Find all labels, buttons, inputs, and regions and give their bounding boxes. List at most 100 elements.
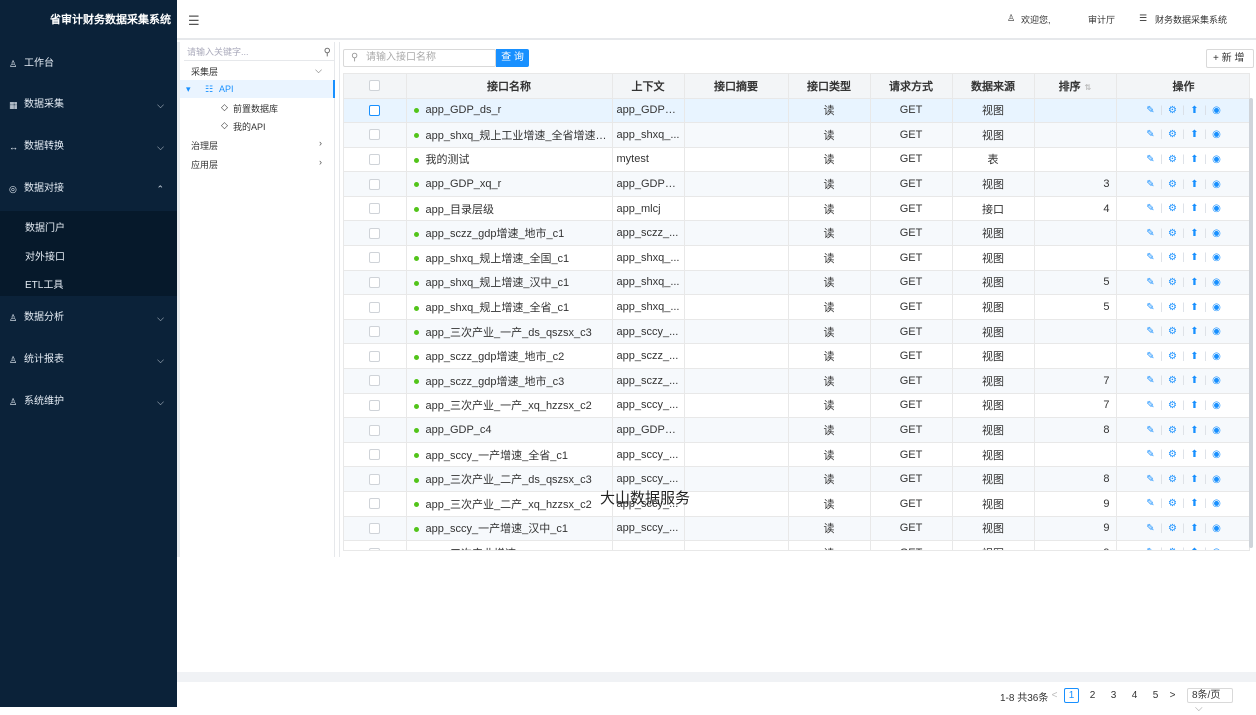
edit-icon[interactable]: ✎ <box>1143 400 1159 411</box>
view-icon[interactable]: ◉ <box>1209 375 1225 386</box>
edit-icon[interactable]: ✎ <box>1143 154 1159 165</box>
view-icon[interactable]: ◉ <box>1209 129 1225 140</box>
edit-icon[interactable]: ✎ <box>1143 375 1159 386</box>
table-row[interactable]: app_shxq_规上增速_全省_c1 app_shxq_... 读 GET 视图 5 ✎ |… <box>344 294 1249 320</box>
tree-node-app[interactable]: 应用层 <box>191 158 218 171</box>
pagination-prev[interactable]: < <box>1047 688 1062 703</box>
edit-icon[interactable]: ✎ <box>1143 277 1159 288</box>
view-icon[interactable]: ◉ <box>1209 203 1225 214</box>
sidebar-item-system[interactable]: ♙ 系统维护 ⌵ <box>0 392 177 412</box>
table-row[interactable]: app_shxq_规上增速_汉中_c1 app_shxq_... 读 GET 视图 5 ✎ |… <box>344 270 1249 296</box>
settings-icon[interactable]: ⚙ <box>1165 228 1181 239</box>
settings-icon[interactable]: ⚙ <box>1165 154 1181 165</box>
sidebar-item-data-analysis[interactable]: ♙ 数据分析 ⌵ <box>0 308 177 328</box>
publish-icon[interactable]: ⬆ <box>1187 375 1203 386</box>
settings-icon[interactable]: ⚙ <box>1165 326 1181 337</box>
edit-icon[interactable]: ✎ <box>1143 449 1159 460</box>
publish-icon[interactable]: ⬆ <box>1187 105 1203 116</box>
settings-icon[interactable]: ⚙ <box>1165 351 1181 362</box>
sidebar-item-data-transform[interactable]: ↔ 数据转换 ⌵ <box>0 137 177 157</box>
row-checkbox[interactable] <box>344 343 407 370</box>
edit-icon[interactable]: ✎ <box>1143 498 1159 509</box>
view-icon[interactable]: ◉ <box>1209 400 1225 411</box>
edit-icon[interactable]: ✎ <box>1143 228 1159 239</box>
edit-icon[interactable]: ✎ <box>1143 547 1159 550</box>
settings-icon[interactable]: ⚙ <box>1165 474 1181 485</box>
view-icon[interactable]: ◉ <box>1209 474 1225 485</box>
table-row[interactable]: app_sccy_一产增速_汉中_c1 app_sccy_... 读 GET 视图 9 ✎ |… <box>344 516 1249 542</box>
edit-icon[interactable]: ✎ <box>1143 252 1159 263</box>
publish-icon[interactable]: ⬆ <box>1187 498 1203 509</box>
sidebar-item-stat-report[interactable]: ♙ 统计报表 ⌵ <box>0 350 177 370</box>
chevron-down-icon[interactable]: ⌵ <box>315 65 322 76</box>
col-header-order[interactable]: 排序 ⇅ <box>1034 74 1117 99</box>
system-name[interactable]: 财务数据采集系统 <box>1155 13 1227 26</box>
settings-icon[interactable]: ⚙ <box>1165 523 1181 534</box>
chevron-right-icon[interactable]: › <box>319 138 322 148</box>
publish-icon[interactable]: ⬆ <box>1187 474 1203 485</box>
publish-icon[interactable]: ⬆ <box>1187 547 1203 550</box>
user-name[interactable]: 审计厅 <box>1088 13 1115 26</box>
row-checkbox[interactable] <box>344 220 407 247</box>
settings-icon[interactable]: ⚙ <box>1165 105 1181 116</box>
view-icon[interactable]: ◉ <box>1209 302 1225 313</box>
table-row[interactable]: app_三次产业增速_... 读GET视图9✎|⚙|⬆|◉ <box>344 540 1249 550</box>
settings-icon[interactable]: ⚙ <box>1165 498 1181 509</box>
api-name-search-input[interactable]: ⚲ 请输入接口名称 <box>343 49 496 67</box>
row-checkbox[interactable] <box>344 368 407 394</box>
publish-icon[interactable]: ⬆ <box>1187 277 1203 288</box>
row-checkbox[interactable] <box>344 122 407 148</box>
edit-icon[interactable]: ✎ <box>1143 351 1159 362</box>
pagination-page-4[interactable]: 4 <box>1127 688 1142 703</box>
settings-icon[interactable]: ⚙ <box>1165 375 1181 386</box>
edit-icon[interactable]: ✎ <box>1143 105 1159 116</box>
row-checkbox[interactable] <box>344 294 407 320</box>
sidebar-subitem-external-api[interactable]: 对外接口 <box>25 248 65 263</box>
page-size-select[interactable]: 8条/页 ⌵ <box>1187 688 1233 714</box>
publish-icon[interactable]: ⬆ <box>1187 129 1203 140</box>
settings-icon[interactable]: ⚙ <box>1165 400 1181 411</box>
row-checkbox[interactable] <box>344 466 407 492</box>
chevron-right-icon[interactable]: › <box>319 157 322 167</box>
view-icon[interactable]: ◉ <box>1209 252 1225 263</box>
row-checkbox[interactable] <box>344 147 407 173</box>
publish-icon[interactable]: ⬆ <box>1187 351 1203 362</box>
row-checkbox[interactable] <box>344 393 407 419</box>
row-checkbox[interactable] <box>344 319 407 345</box>
settings-icon[interactable]: ⚙ <box>1165 425 1181 436</box>
publish-icon[interactable]: ⬆ <box>1187 326 1203 337</box>
settings-icon[interactable]: ⚙ <box>1165 179 1181 190</box>
table-row[interactable]: app_GDP_xq_r app_GDP_... 读 GET 视图 3 ✎ | ⚙ | ⬆ | ◉ <box>344 171 1249 197</box>
table-row[interactable]: app_三次产业_一产_xq_hzzsx_c2 app_sccy_... 读 GET 视… <box>344 393 1249 419</box>
pagination-next[interactable]: > <box>1165 688 1180 703</box>
publish-icon[interactable]: ⬆ <box>1187 228 1203 239</box>
view-icon[interactable]: ◉ <box>1209 179 1225 190</box>
table-row[interactable]: app_GDP_c4 app_GDP_c4 读 GET 视图 8 ✎ | ⚙ | ⬆ | ◉ <box>344 417 1249 443</box>
settings-icon[interactable]: ⚙ <box>1165 547 1181 550</box>
select-all-checkbox[interactable] <box>344 74 407 99</box>
publish-icon[interactable]: ⬆ <box>1187 523 1203 534</box>
sidebar-item-workbench[interactable]: ♙ 工作台 <box>0 54 177 74</box>
edit-icon[interactable]: ✎ <box>1143 179 1159 190</box>
pagination-page-3[interactable]: 3 <box>1106 688 1121 703</box>
table-row[interactable]: app_目录层级 app_mlcj 读 GET 接口 4 ✎ | ⚙ | ⬆ | ◉ <box>344 196 1249 222</box>
publish-icon[interactable]: ⬆ <box>1187 400 1203 411</box>
query-button[interactable]: 查 询 <box>496 49 529 67</box>
tree-node-collect[interactable]: 采集层 <box>191 65 218 78</box>
table-row[interactable]: app_sczz_gdp增速_地市_c2 app_sczz_... 读 GET 视图 ✎ |… <box>344 343 1249 370</box>
row-checkbox[interactable] <box>344 540 407 550</box>
view-icon[interactable]: ◉ <box>1209 154 1225 165</box>
sidebar-item-data-collect[interactable]: ▦ 数据采集 ⌵ <box>0 95 177 115</box>
row-checkbox[interactable] <box>344 196 407 222</box>
edit-icon[interactable]: ✎ <box>1143 474 1159 485</box>
settings-icon[interactable]: ⚙ <box>1165 252 1181 263</box>
table-row[interactable]: app_三次产业_一产_ds_qszsx_c3 app_sccy_... 读 GET 视… <box>344 319 1249 345</box>
table-row[interactable]: app_GDP_ds_r app_GDP_... 读 GET 视图 ✎ | ⚙ | ⬆ | ◉ <box>344 98 1249 124</box>
table-row[interactable]: 我的测试 mytest 读 GET 表 ✎ | ⚙ | ⬆ | ◉ <box>344 147 1249 173</box>
sort-icon[interactable]: ⇅ <box>1085 83 1092 92</box>
row-checkbox[interactable] <box>344 442 407 468</box>
settings-icon[interactable]: ⚙ <box>1165 129 1181 140</box>
tree-node-my-api[interactable]: 我的API <box>233 120 266 133</box>
table-row[interactable]: app_sccy_一产增速_全省_c1 app_sccy_... 读 GET 视图 ✎ | ⚙… <box>344 442 1249 468</box>
publish-icon[interactable]: ⬆ <box>1187 425 1203 436</box>
